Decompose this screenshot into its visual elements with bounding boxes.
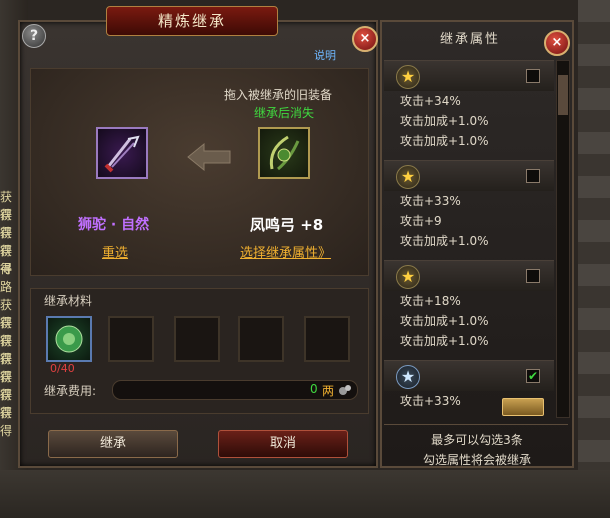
attribute-line: 攻击加成+1.0% xyxy=(400,334,489,348)
cancel-button[interactable]: 取消 xyxy=(218,430,348,458)
material-slot[interactable] xyxy=(304,316,350,362)
attribute-checkbox[interactable] xyxy=(526,269,540,283)
attribute-group: ★ 攻击+33% 攻击+9 攻击加成+1.0% xyxy=(384,160,554,260)
attribute-checkbox[interactable] xyxy=(526,69,540,83)
disappear-hint: 继承后消失 xyxy=(254,106,315,120)
source-item-name: 凤鸣弓 +8 xyxy=(250,216,324,234)
attribute-line: 攻击加成+1.0% xyxy=(400,234,489,248)
attribute-group: ★ 攻击+18% 攻击加成+1.0% 攻击加成+1.0% xyxy=(384,260,554,360)
inherit-button[interactable]: 继承 xyxy=(48,430,178,458)
attribute-line: 攻击+18% xyxy=(400,294,461,308)
coin-icon xyxy=(339,385,351,395)
materials-label: 继承材料 xyxy=(44,294,93,308)
drag-hint: 拖入被继承的旧装备 xyxy=(224,88,333,102)
target-item-name: 狮驼 · 自然 xyxy=(78,217,150,233)
lock-badge-icon xyxy=(502,398,544,416)
star-icon: ★ xyxy=(396,265,420,289)
background-wall xyxy=(578,0,610,518)
attribute-checkbox[interactable] xyxy=(526,169,540,183)
material-slot[interactable] xyxy=(174,316,220,362)
material-slot[interactable] xyxy=(238,316,284,362)
attribute-list: ★ 攻击+34% 攻击加成+1.0% 攻击加成+1.0% ★ 攻击+33% 攻击… xyxy=(384,60,554,420)
cost-label: 继承费用: xyxy=(44,384,97,398)
bow-weapon-icon xyxy=(269,135,300,171)
star-icon: ★ xyxy=(396,65,420,89)
help-icon[interactable]: ? xyxy=(22,24,46,48)
reselect-link[interactable]: 重选 xyxy=(102,242,128,261)
jade-material-icon xyxy=(55,325,83,353)
attributes-panel-title: 继承属性 xyxy=(440,32,501,47)
attribute-line: 攻击+34% xyxy=(400,94,461,108)
selection-note: 最多可以勾选3条 勾选属性将会被继承 xyxy=(380,430,574,470)
help-link[interactable]: 说明 xyxy=(314,47,336,63)
scroll-thumb[interactable] xyxy=(558,75,568,115)
cost-value: 0 xyxy=(310,382,318,396)
source-equipment-slot[interactable] xyxy=(258,127,310,179)
attribute-group: ★ 攻击+34% 攻击加成+1.0% 攻击加成+1.0% xyxy=(384,60,554,160)
attribute-line: 攻击加成+1.0% xyxy=(400,114,489,128)
star-icon: ★ xyxy=(396,365,420,389)
note-line: 勾选属性将会被继承 xyxy=(422,453,531,467)
attribute-line: 攻击+33% xyxy=(400,194,461,208)
material-slot[interactable] xyxy=(46,316,92,362)
material-slot[interactable] xyxy=(108,316,154,362)
note-line: 最多可以勾选3条 xyxy=(431,433,523,447)
background-ground xyxy=(0,470,610,518)
choose-attributes-link[interactable]: 选择继承属性》 xyxy=(240,242,331,261)
close-icon[interactable]: × xyxy=(544,30,570,56)
attribute-scrollbar[interactable] xyxy=(556,60,570,418)
claw-weapon-icon xyxy=(104,135,140,173)
attribute-checkbox-checked[interactable]: ✔ xyxy=(526,369,540,383)
star-icon: ★ xyxy=(396,165,420,189)
material-count: 0/40 xyxy=(50,362,75,375)
arrow-left-icon xyxy=(187,142,231,172)
attribute-line: 攻击+9 xyxy=(400,214,442,228)
cost-unit: 两 xyxy=(322,384,335,398)
attribute-line: 攻击加成+1.0% xyxy=(400,134,489,148)
attribute-line: 攻击加成+1.0% xyxy=(400,314,489,328)
target-equipment-slot[interactable] xyxy=(96,127,148,179)
panel-title: 精炼继承 xyxy=(106,6,278,36)
close-icon[interactable]: × xyxy=(352,26,378,52)
divider xyxy=(384,424,568,425)
